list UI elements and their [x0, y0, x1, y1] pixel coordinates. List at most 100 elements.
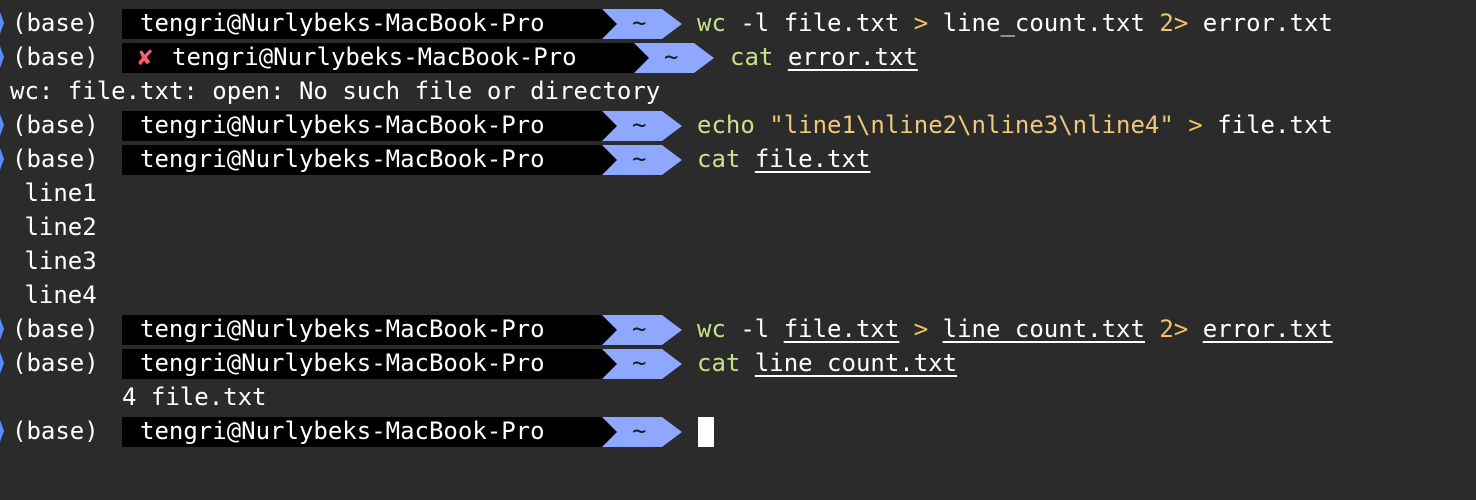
prompt-line: (base) ✘ tengri@Nurlybeks-MacBook-Pro ~ cat …	[0, 40, 1476, 74]
prompt-line: (base) tengri@Nurlybeks-MacBook-Pro ~ wc -l…	[0, 6, 1476, 40]
segment-arrow	[662, 145, 682, 175]
command-token: -l	[725, 315, 784, 343]
prompt-line: (base) tengri@Nurlybeks-MacBook-Pro ~ cat l…	[0, 346, 1476, 380]
segment-separator	[602, 417, 617, 447]
conda-env-label: (base)	[12, 315, 99, 343]
error-status-icon: ✘	[138, 43, 153, 71]
conda-env-label: (base)	[12, 9, 99, 37]
terminal-output[interactable]: (base) tengri@Nurlybeks-MacBook-Pro ~ wc -l…	[0, 6, 1476, 448]
prompt-line: (base) tengri@Nurlybeks-MacBook-Pro ~	[0, 414, 1476, 448]
directory-label: ~	[632, 417, 647, 445]
command-token: error.txt	[1202, 315, 1333, 343]
command-token: line_count.txt	[942, 9, 1145, 37]
host-label: tengri@Nurlybeks-MacBook-Pro	[172, 43, 577, 71]
segment-arrow	[662, 111, 682, 141]
command-token: file.txt	[754, 145, 871, 173]
directory-label: ~	[632, 111, 647, 139]
directory-segment: ~	[602, 9, 682, 39]
directory-label: ~	[664, 43, 679, 71]
command-token: >	[899, 9, 943, 37]
command-token: wc	[697, 9, 726, 37]
segment-arrow	[662, 9, 682, 39]
conda-env-label: (base)	[12, 349, 99, 377]
command-token: 2>	[1144, 9, 1203, 37]
command-token: "line1\nline2\nline3\nline4"	[769, 111, 1174, 139]
segment-arrow	[662, 349, 682, 379]
directory-label: ~	[632, 9, 647, 37]
command-token: cat	[697, 349, 741, 377]
host-segment: tengri@Nurlybeks-MacBook-Pro	[122, 9, 602, 39]
command-token: file.txt	[783, 9, 900, 37]
command-token: error.txt	[787, 43, 918, 71]
host-segment: tengri@Nurlybeks-MacBook-Pro	[122, 417, 602, 447]
command-text: wc -l file.txt > line_count.txt 2> error…	[697, 312, 1333, 346]
command-token: error.txt	[1202, 9, 1333, 37]
prompt-line: (base) tengri@Nurlybeks-MacBook-Pro ~ echo …	[0, 108, 1476, 142]
host-segment: tengri@Nurlybeks-MacBook-Pro	[122, 111, 602, 141]
host-segment: tengri@Nurlybeks-MacBook-Pro	[122, 145, 602, 175]
command-token: >	[1173, 111, 1218, 139]
segment-separator	[602, 349, 617, 379]
conda-env-label: (base)	[12, 111, 99, 139]
segment-separator	[602, 315, 617, 345]
output-text: line1	[10, 179, 97, 207]
command-text: cat error.txt	[730, 40, 918, 74]
command-token: file.txt	[1217, 111, 1333, 139]
command-text: cat file.txt	[697, 142, 870, 176]
prompt-marker-icon	[0, 420, 4, 442]
conda-env-label: (base)	[12, 43, 99, 71]
output-text: 4 file.txt	[122, 383, 267, 411]
segment-separator	[634, 43, 649, 73]
directory-segment: ~	[602, 111, 682, 141]
host-label: tengri@Nurlybeks-MacBook-Pro	[140, 349, 545, 377]
prompt-line: (base) tengri@Nurlybeks-MacBook-Pro ~ cat f…	[0, 142, 1476, 176]
host-segment: tengri@Nurlybeks-MacBook-Pro	[122, 315, 602, 345]
prompt-line: (base) tengri@Nurlybeks-MacBook-Pro ~ wc -l…	[0, 312, 1476, 346]
output-text: line2	[10, 213, 97, 241]
segment-separator	[602, 111, 617, 141]
host-label: tengri@Nurlybeks-MacBook-Pro	[140, 417, 545, 445]
command-token	[740, 145, 754, 173]
output-line: line2	[0, 210, 1476, 244]
directory-label: ~	[632, 315, 647, 343]
host-segment: ✘ tengri@Nurlybeks-MacBook-Pro	[122, 43, 634, 73]
host-label: tengri@Nurlybeks-MacBook-Pro	[140, 145, 545, 173]
command-token: line_count.txt	[754, 349, 958, 377]
directory-segment: ~	[602, 145, 682, 175]
command-token: wc	[697, 315, 726, 343]
conda-env-label: (base)	[12, 145, 99, 173]
command-token	[755, 111, 769, 139]
prompt-marker-icon	[0, 12, 4, 34]
segment-separator	[602, 145, 617, 175]
output-line: line1	[0, 176, 1476, 210]
output-text: line4	[10, 281, 97, 309]
text-cursor[interactable]	[698, 417, 714, 447]
prompt-marker-icon	[0, 114, 4, 136]
prompt-marker-icon	[0, 318, 4, 340]
segment-arrow	[694, 43, 714, 73]
output-line: line3	[0, 244, 1476, 278]
command-token: >	[899, 315, 943, 343]
command-token: echo	[697, 111, 755, 139]
host-label: tengri@Nurlybeks-MacBook-Pro	[140, 111, 545, 139]
command-token: line_count.txt	[942, 315, 1145, 343]
output-line: wc: file.txt: open: No such file or dire…	[0, 74, 1476, 108]
command-token: cat	[697, 145, 741, 173]
command-text: echo "line1\nline2\nline3\nline4" > file…	[697, 108, 1333, 142]
command-token	[773, 43, 787, 71]
directory-label: ~	[632, 145, 647, 173]
command-token: cat	[730, 43, 774, 71]
command-text: wc -l file.txt > line_count.txt 2> error…	[697, 6, 1333, 40]
prompt-marker-icon	[0, 148, 4, 170]
output-line: line4	[0, 278, 1476, 312]
conda-env-label: (base)	[12, 417, 99, 445]
segment-arrow	[662, 315, 682, 345]
directory-segment: ~	[634, 43, 714, 73]
command-token	[740, 349, 754, 377]
segment-arrow	[662, 417, 682, 447]
directory-segment: ~	[602, 315, 682, 345]
command-token: 2>	[1144, 315, 1203, 343]
prompt-marker-icon	[0, 352, 4, 374]
command-text: cat line_count.txt	[697, 346, 957, 380]
command-token: file.txt	[783, 315, 900, 343]
